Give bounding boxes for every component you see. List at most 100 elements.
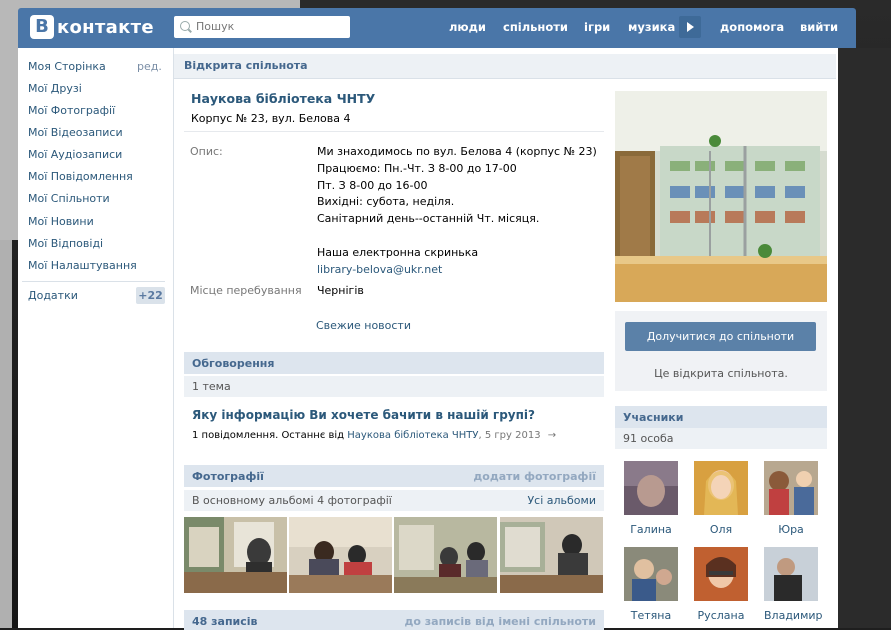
- topic-author-link[interactable]: Наукова бібліотека ЧНТУ: [347, 430, 478, 441]
- photo-image: [500, 517, 603, 593]
- member-card[interactable]: Оля: [694, 461, 748, 536]
- nav-help[interactable]: допомога: [720, 20, 784, 34]
- sidebar-item-settings[interactable]: Мої Налаштування: [28, 259, 137, 272]
- top-header: B контакте Пошук люди спільноти ігри муз…: [18, 8, 856, 48]
- photo-image: [184, 517, 287, 593]
- location-value: Чернігів: [317, 284, 364, 297]
- group-title: Наукова бібліотека ЧНТУ: [191, 91, 376, 106]
- member-name[interactable]: Руслана: [694, 609, 748, 622]
- join-community-button[interactable]: Долучитися до спільноти: [625, 322, 816, 351]
- community-type-label: Відкрита спільнота: [184, 59, 308, 72]
- description-line: Пт. З 8-00 до 16-00: [317, 179, 428, 192]
- photo-thumbnail[interactable]: [500, 517, 603, 593]
- cover-image: [615, 91, 827, 302]
- member-name[interactable]: Галина: [624, 523, 678, 536]
- sidebar-item-friends[interactable]: Мої Друзі: [28, 82, 82, 95]
- photo-thumbnail[interactable]: [394, 517, 497, 593]
- nav-music[interactable]: музика: [628, 20, 675, 34]
- description-line: Санітарний день--останній Чт. місяця.: [317, 212, 540, 225]
- description-label: Опис:: [190, 145, 223, 158]
- discussions-header[interactable]: Обговорення: [184, 352, 604, 374]
- members-count-bar: 91 особа: [615, 428, 827, 449]
- photos-header[interactable]: Фотографії додати фотографії: [184, 465, 604, 487]
- nav-logout[interactable]: вийти: [800, 20, 838, 34]
- logo-text: контакте: [57, 16, 154, 38]
- news-link[interactable]: Свежие новости: [316, 319, 411, 332]
- sidebar-item-communities[interactable]: Мої Спільноти: [28, 192, 110, 205]
- search-input[interactable]: Пошук: [174, 16, 350, 38]
- all-albums-link[interactable]: Усі альбоми: [527, 494, 596, 507]
- description-line: Вихідні: субота, неділя.: [317, 195, 455, 208]
- avatar: [694, 461, 748, 515]
- add-photos-link[interactable]: додати фотографії: [473, 470, 596, 483]
- member-name[interactable]: Оля: [694, 523, 748, 536]
- nav-games[interactable]: ігри: [584, 20, 610, 34]
- sidebar-item-videos[interactable]: Мої Відеозаписи: [28, 126, 123, 139]
- photo-thumbnail[interactable]: [184, 517, 287, 593]
- email-link[interactable]: library-belova@ukr.net: [317, 263, 442, 276]
- search-icon: [180, 21, 190, 31]
- avatar: [694, 547, 748, 601]
- sidebar-item-news[interactable]: Мої Новини: [28, 215, 94, 228]
- edit-link[interactable]: ред.: [137, 60, 162, 73]
- member-card[interactable]: Владимир: [764, 547, 823, 622]
- photo-image: [394, 517, 497, 593]
- divider: [184, 131, 604, 132]
- photos-title: Фотографії: [192, 470, 264, 483]
- sidebar-item-replies[interactable]: Мої Відповіді: [28, 237, 103, 250]
- right-margin: [838, 48, 891, 628]
- avatar: [624, 461, 678, 515]
- avatar: [624, 547, 678, 601]
- discussions-count: 1 тема: [192, 380, 231, 393]
- photo-image: [289, 517, 392, 593]
- wall-right-link[interactable]: до записів від імені спільноти: [405, 615, 597, 628]
- album-info: В основному альбомі 4 фотографії: [192, 494, 392, 507]
- topic-date: , 5 гру 2013: [478, 430, 541, 441]
- discussions-count-bar: 1 тема: [184, 376, 604, 397]
- wall-title: 48 записів: [192, 615, 258, 628]
- discussions-title: Обговорення: [192, 357, 275, 370]
- open-community-note: Це відкрита спільнота.: [654, 367, 788, 380]
- nav-people[interactable]: люди: [449, 20, 486, 34]
- description-line: Наша електронна скринька: [317, 246, 479, 259]
- avatar: [764, 461, 818, 515]
- community-type-bar: Відкрита спільнота: [174, 54, 836, 79]
- member-card[interactable]: Юра: [764, 461, 818, 536]
- photos-info-bar: В основному альбомі 4 фотографії Усі аль…: [184, 490, 604, 511]
- arrow-icon: →: [547, 430, 557, 441]
- sidebar-item-messages[interactable]: Мої Повідомлення: [28, 170, 133, 183]
- vk-logo[interactable]: B контакте: [30, 15, 154, 39]
- avatar: [764, 547, 818, 601]
- member-card[interactable]: Тетяна: [624, 547, 678, 622]
- member-card[interactable]: Руслана: [694, 547, 748, 622]
- play-icon[interactable]: [679, 16, 701, 38]
- sidebar-item-audio[interactable]: Мої Аудіозаписи: [28, 148, 122, 161]
- member-name[interactable]: Юра: [764, 523, 818, 536]
- member-name[interactable]: Тетяна: [624, 609, 678, 622]
- description-line: Ми знаходимось по вул. Белова 4 (корпус …: [317, 145, 597, 158]
- topic-title-link[interactable]: Яку інформацію Ви хочете бачити в нашій …: [192, 408, 535, 422]
- nav-communities[interactable]: спільноти: [503, 20, 568, 34]
- members-header[interactable]: Учасники: [615, 406, 827, 428]
- background-window-edge: [0, 240, 12, 628]
- wall-header[interactable]: 48 записів до записів від імені спільнот…: [184, 610, 604, 630]
- sidebar-item-photos[interactable]: Мої Фотографії: [28, 104, 115, 117]
- group-subtitle: Корпус № 23, вул. Белова 4: [191, 112, 351, 125]
- column-separator: [173, 48, 174, 628]
- apps-count-badge[interactable]: +22: [136, 287, 165, 304]
- description-line: Працюємо: Пн.-Чт. З 8-00 до 17-00: [317, 162, 517, 175]
- photo-thumbnail[interactable]: [289, 517, 392, 593]
- location-label: Місце перебування: [190, 284, 302, 297]
- logo-icon: B: [30, 15, 54, 39]
- member-card[interactable]: Галина: [624, 461, 678, 536]
- member-name[interactable]: Владимир: [764, 609, 823, 622]
- topic-meta-prefix: 1 повідомлення. Останнє від: [192, 430, 345, 441]
- community-cover-photo[interactable]: [615, 91, 827, 302]
- members-title: Учасники: [623, 411, 684, 424]
- topic-meta: 1 повідомлення. Останнє від Наукова бібл…: [192, 430, 556, 441]
- sidebar-item-apps[interactable]: Додатки: [28, 289, 78, 302]
- sidebar-divider: [22, 281, 165, 282]
- sidebar-item-my-page[interactable]: Моя Сторінка: [28, 60, 106, 73]
- members-count: 91 особа: [623, 432, 674, 445]
- search-placeholder: Пошук: [196, 20, 235, 33]
